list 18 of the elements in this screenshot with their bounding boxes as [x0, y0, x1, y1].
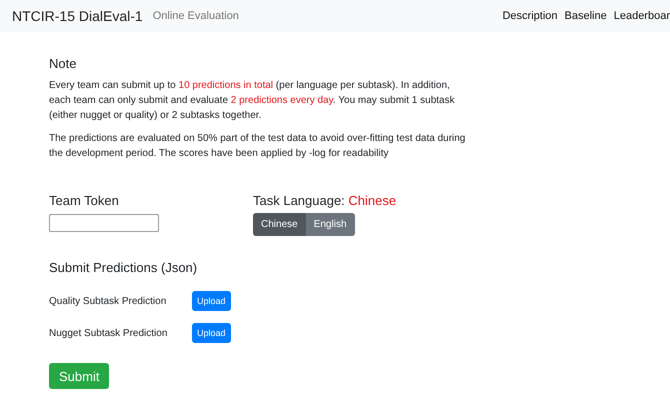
nav-link[interactable]: Description — [502, 10, 558, 22]
language-toggle[interactable]: English — [306, 213, 355, 236]
submit-predictions-heading: Submit Predictions (Json) — [49, 260, 198, 275]
subtask-label: Nugget Subtask Prediction — [49, 328, 168, 338]
language-toggle[interactable]: Chinese — [253, 213, 306, 236]
task-language-label: Task Language: Chinese — [253, 193, 396, 208]
team-token-field[interactable] — [49, 214, 159, 232]
note-paragraph: The predictions are evaluated on 50% part of the test data to avoid over-fitting test data during the development period. The scores have been applied by -log for readability — [49, 132, 466, 161]
navbar-subtitle: Online Evaluation — [152, 10, 239, 22]
brand-link[interactable]: NTCIR-15 DialEval-1 — [12, 8, 143, 24]
upload-button[interactable]: Upload — [192, 291, 231, 311]
upload-button[interactable]: Upload — [192, 323, 231, 343]
note-heading: Note — [49, 56, 78, 71]
subtask-label: Quality Subtask Prediction — [49, 296, 168, 306]
note-paragraph: Every team can submit up to 10 predictions in total (per language per subtask). In addition, each team can only submit and evaluate 2 predictions every day. You may submit 1 subtask (either nugget or quality) or 2 subtasks together. — [49, 79, 456, 123]
team-token-label: Team Token — [49, 193, 120, 208]
nav-link[interactable]: Leaderboar — [614, 10, 670, 22]
nav-link[interactable]: Baseline — [564, 10, 607, 22]
